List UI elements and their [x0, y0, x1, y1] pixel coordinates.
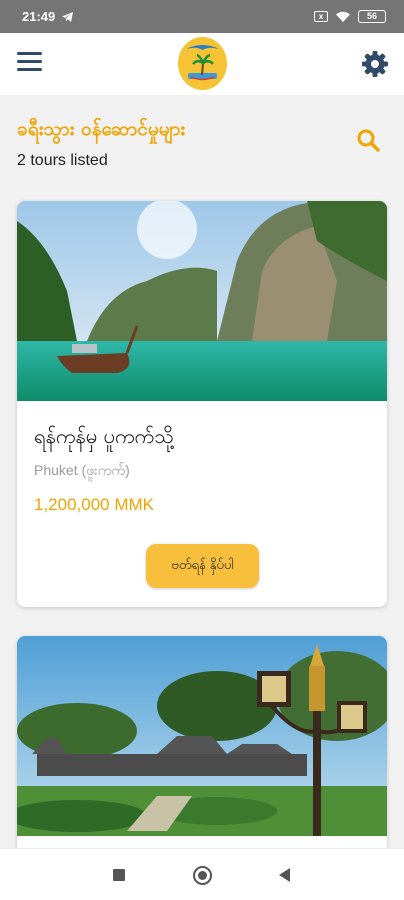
tour-card[interactable]: ရန်ကုန်မှ ပူကက်သို့ Phuket (ဖူးကက်) 1,20… [17, 201, 387, 607]
tour-count: 2 tours listed [17, 152, 108, 169]
triangle-back-icon[interactable] [273, 863, 297, 887]
view-tour-button[interactable]: ဗတ်ရန် နှိပ်ပါ [146, 544, 259, 588]
tour-image-palace [17, 636, 387, 836]
search-icon[interactable] [356, 128, 380, 152]
tour-price: 1,200,000 MMK [34, 495, 155, 514]
telegram-notification-icon [62, 11, 74, 22]
battery-icon: 56 [358, 10, 386, 23]
square-icon[interactable] [107, 863, 131, 887]
tour-location: Phuket (ဖူးကက်) [34, 462, 130, 478]
gear-icon[interactable] [362, 51, 388, 77]
page-title: ခရီးသွား ဝန်ဆောင်မှုများ [17, 118, 186, 140]
app-bar [0, 33, 404, 95]
android-nav-bar [0, 848, 404, 900]
tour-card[interactable] [17, 636, 387, 866]
status-bar: 21:49 x 56 [0, 0, 404, 33]
circle-icon[interactable] [190, 863, 214, 887]
sim-indicator: x [314, 11, 328, 22]
tour-title: ရန်ကုန်မှ ပူကက်သို့ [34, 424, 174, 448]
hamburger-menu-icon[interactable] [17, 52, 42, 74]
page-header: ခရီးသွား ဝန်ဆောင်မှုများ 2 tours listed [0, 95, 404, 185]
wifi-icon [336, 11, 350, 22]
app-logo [178, 37, 227, 90]
tour-image-lagoon [17, 201, 387, 401]
status-time: 21:49 [22, 9, 56, 24]
